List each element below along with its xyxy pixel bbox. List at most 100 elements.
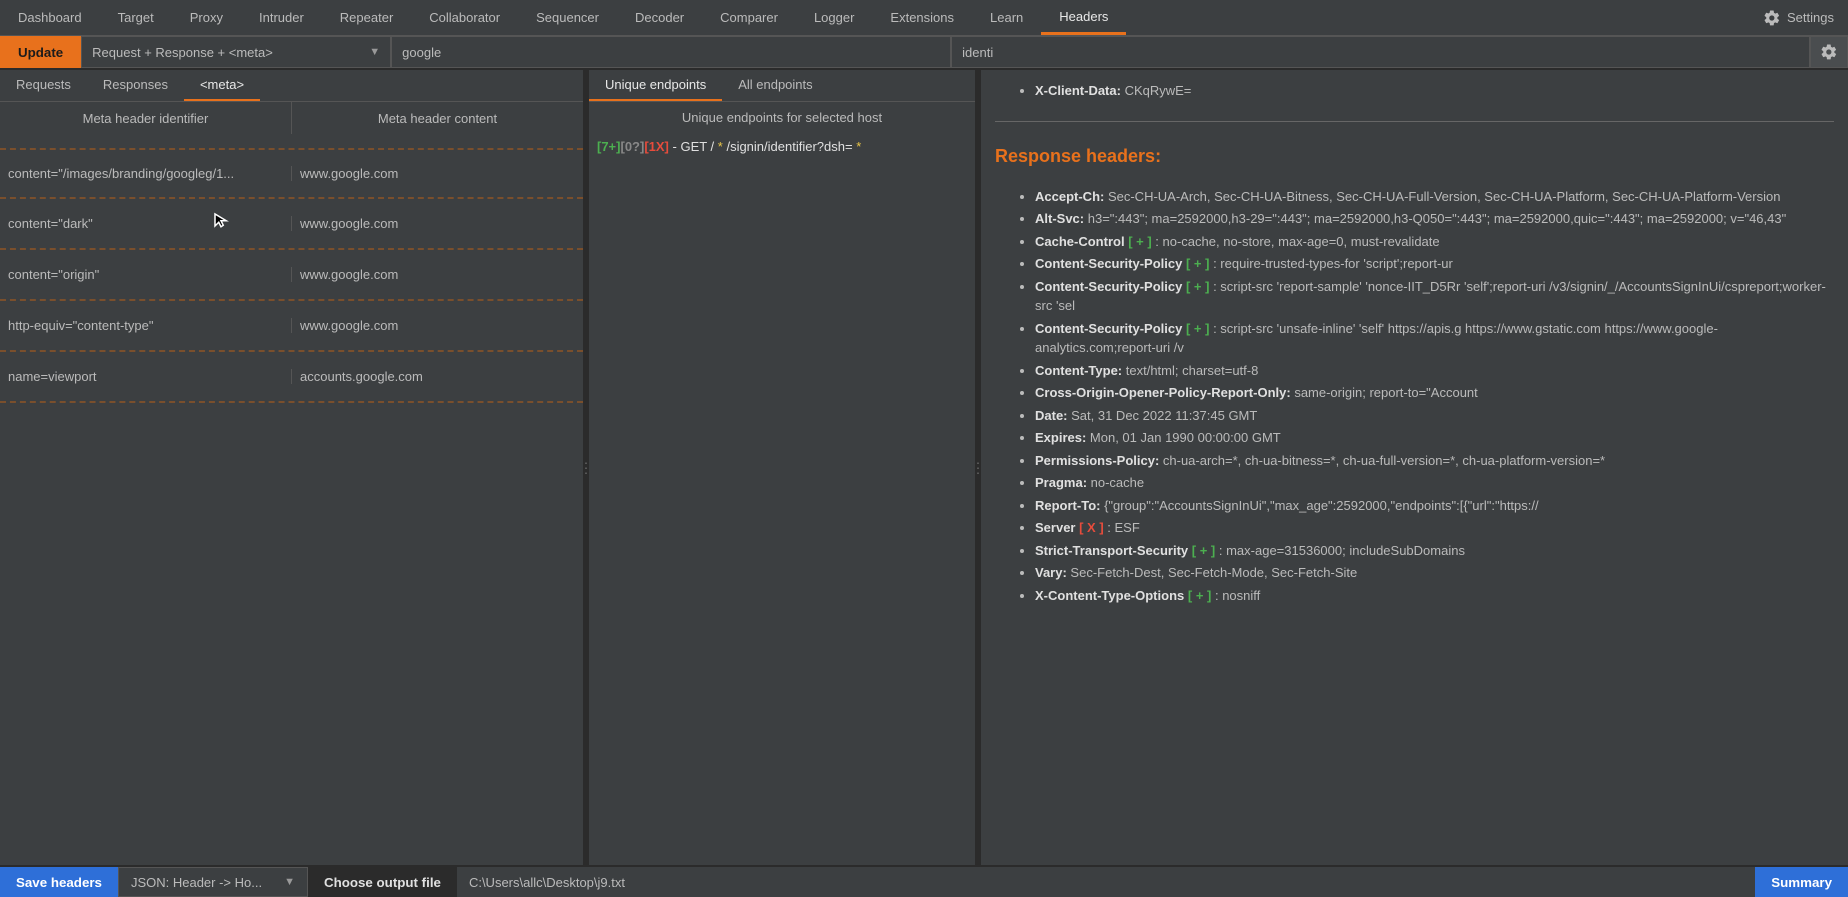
endpoint-unknown-count: [0?] — [620, 139, 644, 154]
top-tab-dashboard[interactable]: Dashboard — [0, 2, 100, 33]
gear-icon — [1763, 9, 1781, 27]
top-tab-intruder[interactable]: Intruder — [241, 2, 322, 33]
top-tab-headers[interactable]: Headers — [1041, 1, 1126, 35]
response-header-item: Pragma: no-cache — [1035, 473, 1834, 493]
meta-row[interactable]: name=viewportaccounts.google.com — [0, 352, 583, 403]
header-value: {"group":"AccountsSignInUi","max_age":25… — [1100, 498, 1538, 513]
header-key: Pragma: — [1035, 475, 1087, 490]
header-value: : require-trusted-types-for 'script';rep… — [1209, 256, 1452, 271]
meta-identifier-cell: name=viewport — [0, 369, 292, 384]
top-tab-proxy[interactable]: Proxy — [172, 2, 241, 33]
endpoint-plus-count: [7+] — [597, 139, 620, 154]
response-headers-title: Response headers: — [995, 146, 1834, 167]
response-header-item: Strict-Transport-Security [ + ] : max-ag… — [1035, 541, 1834, 561]
header-key: Cache-Control — [1035, 234, 1125, 249]
header-key: Server — [1035, 520, 1075, 535]
header-value: ch-ua-arch=*, ch-ua-bitness=*, ch-ua-ful… — [1159, 453, 1605, 468]
header-key: Report-To: — [1035, 498, 1100, 513]
response-header-item: Content-Security-Policy [ + ] : script-s… — [1035, 277, 1834, 316]
request-header-item: X-Client-Data: CKqRywE= — [1035, 81, 1834, 101]
left-tab[interactable]: Responses — [87, 70, 184, 101]
response-header-item: Content-Security-Policy [ + ] : require-… — [1035, 254, 1834, 274]
meta-content-cell: www.google.com — [292, 166, 583, 181]
x-tag: [ X ] — [1079, 520, 1104, 535]
response-header-item: X-Content-Type-Options [ + ] : nosniff — [1035, 586, 1834, 606]
choose-output-button[interactable]: Choose output file — [308, 867, 457, 897]
header-value: Sec-Fetch-Dest, Sec-Fetch-Mode, Sec-Fetc… — [1067, 565, 1357, 580]
top-tab-decoder[interactable]: Decoder — [617, 2, 702, 33]
toolbar-gear-button[interactable] — [1810, 36, 1848, 68]
response-header-item: Expires: Mon, 01 Jan 1990 00:00:00 GMT — [1035, 428, 1834, 448]
search-input-1[interactable] — [391, 36, 951, 68]
header-value: text/html; charset=utf-8 — [1122, 363, 1258, 378]
right-panel: X-Client-Data: CKqRywE= Response headers… — [981, 70, 1848, 865]
response-header-item: Cache-Control [ + ] : no-cache, no-store… — [1035, 232, 1834, 252]
splitter-right[interactable] — [975, 70, 981, 865]
summary-button[interactable]: Summary — [1755, 867, 1848, 897]
response-header-item: Alt-Svc: h3=":443"; ma=2592000,h3-29=":4… — [1035, 209, 1834, 229]
left-tab[interactable]: Requests — [0, 70, 87, 101]
header-key: Expires: — [1035, 430, 1086, 445]
response-headers-list: Accept-Ch: Sec-CH-UA-Arch, Sec-CH-UA-Bit… — [995, 187, 1834, 606]
top-tab-extensions[interactable]: Extensions — [872, 2, 972, 33]
gear-icon — [1820, 43, 1838, 61]
splitter-left[interactable] — [583, 70, 589, 865]
col-meta-identifier[interactable]: Meta header identifier — [0, 111, 291, 126]
response-header-item: Content-Type: text/html; charset=utf-8 — [1035, 361, 1834, 381]
meta-row[interactable]: http-equiv="content-type"www.google.com — [0, 301, 583, 352]
meta-identifier-cell: content="/images/branding/googleg/1... — [0, 166, 292, 181]
top-tab-comparer[interactable]: Comparer — [702, 2, 796, 33]
meta-row[interactable]: content="/images/branding/googleg/1...ww… — [0, 148, 583, 199]
meta-content-cell: www.google.com — [292, 216, 583, 231]
settings-button[interactable]: Settings — [1749, 9, 1848, 27]
response-header-item: Content-Security-Policy [ + ] : script-s… — [1035, 319, 1834, 358]
header-key: Strict-Transport-Security — [1035, 543, 1188, 558]
update-button[interactable]: Update — [0, 36, 81, 68]
meta-row[interactable]: content="origin"www.google.com — [0, 250, 583, 301]
main-area: RequestsResponses<meta> Meta header iden… — [0, 70, 1848, 865]
meta-identifier-cell: content="origin" — [0, 267, 292, 282]
plus-tag: [ + ] — [1128, 234, 1151, 249]
endpoint-row[interactable]: [7+][0?][1X] - GET / * /signin/identifie… — [589, 133, 975, 160]
settings-label: Settings — [1787, 10, 1834, 25]
header-value: : ESF — [1104, 520, 1140, 535]
divider — [995, 121, 1834, 122]
meta-row[interactable]: content="dark"www.google.com — [0, 199, 583, 250]
header-value: Sec-CH-UA-Arch, Sec-CH-UA-Bitness, Sec-C… — [1104, 189, 1780, 204]
top-tab-collaborator[interactable]: Collaborator — [411, 2, 518, 33]
header-key: Alt-Svc: — [1035, 211, 1084, 226]
save-headers-button[interactable]: Save headers — [0, 867, 118, 897]
top-tab-repeater[interactable]: Repeater — [322, 2, 411, 33]
header-value: no-cache — [1087, 475, 1144, 490]
top-tab-target[interactable]: Target — [100, 2, 172, 33]
col-meta-content[interactable]: Meta header content — [292, 111, 583, 126]
header-key: Vary: — [1035, 565, 1067, 580]
header-key: Accept-Ch: — [1035, 189, 1104, 204]
header-value: CKqRywE= — [1121, 83, 1191, 98]
top-tab-learn[interactable]: Learn — [972, 2, 1041, 33]
meta-identifier-cell: http-equiv="content-type" — [0, 318, 292, 333]
meta-table-body: content="/images/branding/googleg/1...ww… — [0, 148, 583, 865]
mode-dropdown-label: Request + Response + <meta> — [92, 45, 273, 60]
left-panel: RequestsResponses<meta> Meta header iden… — [0, 70, 583, 865]
mid-tab[interactable]: All endpoints — [722, 70, 828, 101]
right-content[interactable]: X-Client-Data: CKqRywE= Response headers… — [981, 70, 1848, 865]
header-key: Content-Security-Policy — [1035, 256, 1182, 271]
json-format-dropdown[interactable]: JSON: Header -> Ho... ▼ — [118, 867, 308, 897]
header-value: : no-cache, no-store, max-age=0, must-re… — [1152, 234, 1440, 249]
search-input-2[interactable] — [951, 36, 1810, 68]
mode-dropdown[interactable]: Request + Response + <meta> ▼ — [81, 36, 391, 68]
plus-tag: [ + ] — [1186, 256, 1209, 271]
response-header-item: Permissions-Policy: ch-ua-arch=*, ch-ua-… — [1035, 451, 1834, 471]
endpoint-method: GET / — [680, 139, 717, 154]
top-tab-sequencer[interactable]: Sequencer — [518, 2, 617, 33]
top-tab-logger[interactable]: Logger — [796, 2, 872, 33]
endpoint-path: /signin/identifier?dsh= — [723, 139, 856, 154]
plus-tag: [ + ] — [1192, 543, 1215, 558]
mid-tab[interactable]: Unique endpoints — [589, 70, 722, 101]
response-header-item: Accept-Ch: Sec-CH-UA-Arch, Sec-CH-UA-Bit… — [1035, 187, 1834, 207]
header-key: Permissions-Policy: — [1035, 453, 1159, 468]
plus-tag: [ + ] — [1188, 588, 1211, 603]
left-tab[interactable]: <meta> — [184, 70, 260, 101]
header-key: Content-Security-Policy — [1035, 321, 1182, 336]
